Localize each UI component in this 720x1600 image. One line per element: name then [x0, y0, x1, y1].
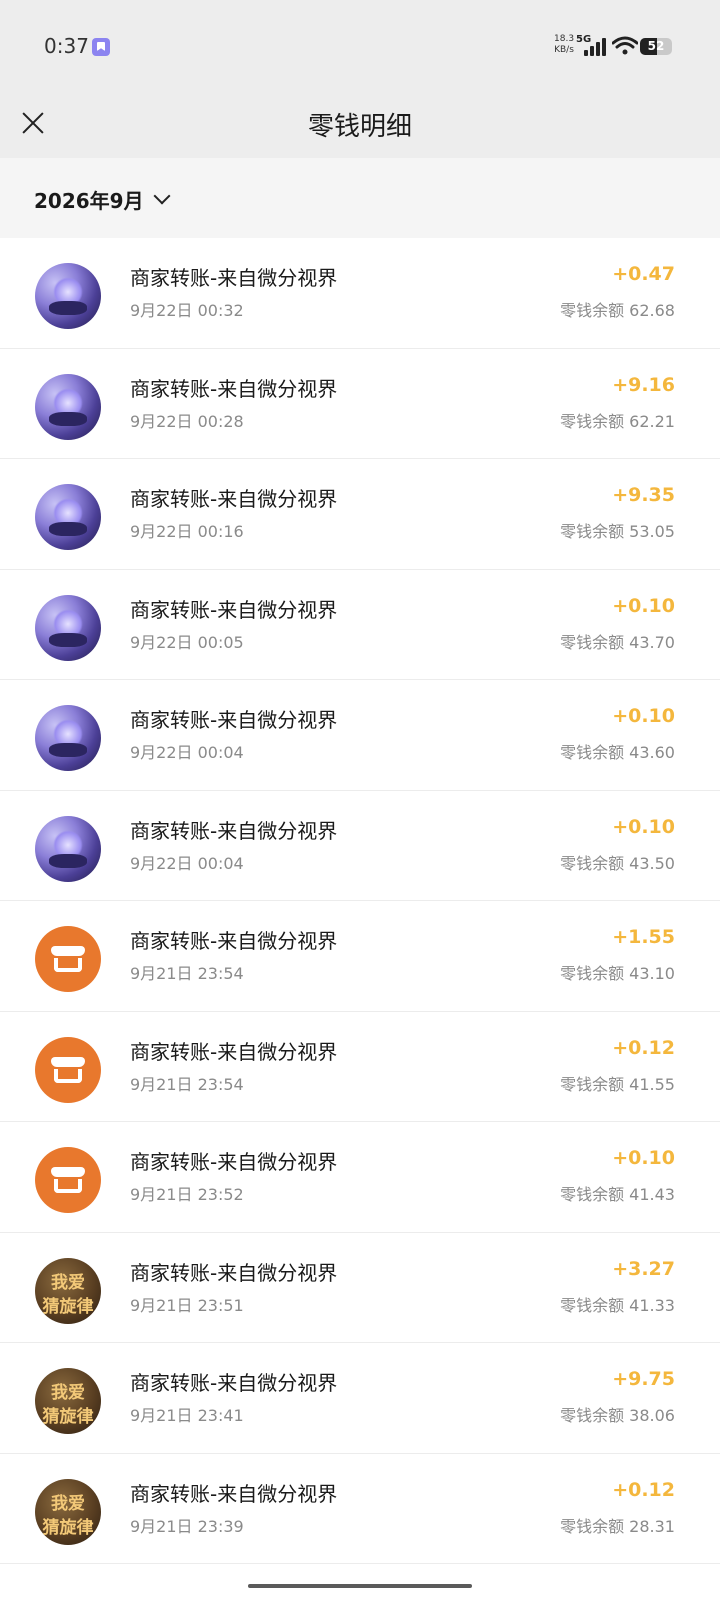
transaction-title: 商家转账-来自微分视界 [130, 1371, 338, 1395]
transaction-row[interactable]: 商家转账-来自微分视界 9月21日 23:54 +0.12 零钱余额 41.55 [0, 1012, 720, 1122]
chevron-down-icon [153, 187, 171, 205]
merchant-avatar [35, 263, 101, 329]
home-indicator[interactable] [248, 1584, 472, 1588]
transaction-time: 9月22日 00:04 [130, 853, 244, 873]
transaction-title: 商家转账-来自微分视界 [130, 708, 338, 732]
transaction-time: 9月22日 00:32 [130, 301, 244, 320]
avatar-text-line: 猜旋律 [42, 1296, 94, 1317]
battery-icon: 52 [640, 38, 672, 55]
transaction-row[interactable]: 商家转账-来自微分视界 9月22日 00:04 +0.10 零钱余额 43.60 [0, 680, 720, 791]
merchant-avatar: 我爱 猜旋律 [35, 1478, 101, 1545]
transaction-title: 商家转账-来自微分视界 [130, 1150, 338, 1174]
merchant-avatar [35, 373, 101, 440]
transaction-time: 9月21日 23:52 [130, 1185, 244, 1204]
transaction-balance: 零钱余额 62.68 [560, 301, 675, 320]
net-speed: 18.3 KB/s [554, 34, 574, 56]
month-filter-bar: 2026年9月 [0, 158, 720, 238]
transaction-row[interactable]: 我爱猜旋律 商家转账-来自微分视界 9月21日 23:51 +3.27 零钱余额 41.… [0, 1233, 720, 1343]
avatar-text-line: 我爱 [51, 1493, 85, 1514]
transaction-row[interactable]: 商家转账-来自微分视界 9月22日 00:05 +0.10 零钱余额 43.70 [0, 570, 720, 680]
net-speed-value: 18.3 [554, 34, 575, 44]
status-time: 0:37 [44, 34, 89, 58]
app-notification-icon [92, 38, 110, 56]
transaction-title: 商家转账-来自微分视界 [130, 376, 338, 401]
transaction-time: 9月22日 00:16 [130, 522, 244, 541]
nav-bar: 零钱明细 [0, 92, 720, 158]
transaction-time: 9月21日 23:41 [130, 1406, 244, 1425]
avatar-text-line: 猜旋律 [42, 1517, 94, 1538]
transaction-title: 商家转账-来自微分视界 [130, 929, 338, 953]
transaction-amount: +0.47 [612, 263, 675, 285]
transaction-amount: +0.10 [612, 1147, 675, 1169]
transaction-title: 商家转账-来自微分视界 [130, 818, 338, 843]
transaction-amount: +9.75 [612, 1368, 675, 1390]
month-selector[interactable]: 2026年9月 [34, 182, 171, 216]
transaction-time: 9月21日 23:39 [130, 1516, 244, 1536]
transaction-balance: 零钱余额 53.05 [560, 522, 675, 541]
transaction-amount: +0.10 [612, 705, 675, 727]
month-label: 2026年9月 [34, 188, 144, 213]
avatar-text-line: 我爱 [51, 1272, 85, 1293]
transaction-row[interactable]: 商家转账-来自微分视界 9月22日 00:28 +9.16 零钱余额 62.21 [0, 349, 720, 459]
transaction-amount: +0.10 [612, 594, 675, 617]
transaction-row[interactable]: 商家转账-来自微分视界 9月22日 00:16 +9.35 零钱余额 53.05 [0, 459, 720, 570]
merchant-avatar [35, 594, 101, 661]
merchant-avatar [35, 705, 101, 771]
transaction-title: 商家转账-来自微分视界 [130, 487, 338, 511]
transaction-amount: +9.16 [612, 373, 675, 396]
transaction-balance: 零钱余额 43.70 [560, 632, 675, 652]
transaction-balance: 零钱余额 28.31 [560, 1516, 675, 1536]
transaction-row[interactable]: 商家转账-来自微分视界 9月22日 00:32 +0.47 零钱余额 62.68 [0, 238, 720, 349]
transaction-title: 商家转账-来自微分视界 [130, 597, 338, 622]
transaction-title: 商家转账-来自微分视界 [130, 266, 338, 290]
transaction-amount: +1.55 [612, 926, 675, 948]
status-bar: 0:37 18.3 KB/s 5G 52 [0, 0, 720, 92]
transaction-title: 商家转账-来自微分视界 [130, 1039, 338, 1064]
store-icon [51, 1167, 85, 1195]
transaction-time: 9月21日 23:51 [130, 1295, 244, 1315]
transaction-title: 商家转账-来自微分视界 [130, 1260, 338, 1285]
battery-level: 52 [647, 39, 665, 53]
page-title: 零钱明细 [307, 112, 412, 142]
transaction-balance: 零钱余额 41.33 [560, 1295, 675, 1315]
transaction-amount: +0.12 [612, 1478, 675, 1501]
transaction-row[interactable]: 我爱猜旋律 商家转账-来自微分视界 9月21日 23:41 +9.75 零钱余额 38.… [0, 1343, 720, 1454]
merchant-avatar: 我爱 猜旋律 [35, 1368, 101, 1434]
store-icon [51, 946, 85, 974]
transaction-row[interactable]: 商家转账-来自微分视界 9月21日 23:52 +0.10 零钱余额 41.43 [0, 1122, 720, 1233]
transaction-balance: 零钱余额 38.06 [560, 1406, 675, 1425]
transaction-balance: 零钱余额 43.50 [560, 853, 675, 873]
transaction-balance: 零钱余额 41.55 [560, 1074, 675, 1094]
transaction-amount: +3.27 [612, 1257, 675, 1280]
transaction-row[interactable]: 商家转账-来自微分视界 9月22日 00:04 +0.10 零钱余额 43.50 [0, 791, 720, 901]
store-avatar [35, 1036, 101, 1103]
transaction-amount: +9.35 [612, 484, 675, 506]
store-avatar [35, 926, 101, 992]
merchant-avatar [35, 815, 101, 882]
store-avatar [35, 1147, 101, 1213]
transaction-time: 9月22日 00:05 [130, 632, 244, 652]
merchant-avatar: 我爱 猜旋律 [35, 1257, 101, 1324]
transaction-list: 商家转账-来自微分视界 9月22日 00:32 +0.47 零钱余额 62.68 商家转… [0, 238, 720, 1564]
transaction-row[interactable]: 我爱猜旋律 商家转账-来自微分视界 9月21日 23:39 +0.12 零钱余额 28.… [0, 1454, 720, 1564]
transaction-row[interactable]: 商家转账-来自微分视界 9月21日 23:54 +1.55 零钱余额 43.10 [0, 901, 720, 1012]
merchant-avatar [35, 484, 101, 550]
transaction-time: 9月22日 00:28 [130, 411, 244, 431]
transaction-balance: 零钱余额 43.60 [560, 743, 675, 762]
transaction-balance: 零钱余额 62.21 [560, 411, 675, 431]
store-icon [51, 1056, 85, 1085]
transaction-balance: 零钱余额 43.10 [560, 964, 675, 983]
transaction-time: 9月21日 23:54 [130, 964, 244, 983]
signal-icon [584, 38, 606, 56]
avatar-text-line: 猜旋律 [42, 1407, 94, 1427]
transaction-amount: +0.10 [612, 815, 675, 838]
net-speed-unit: KB/s [554, 45, 574, 55]
avatar-text-line: 我爱 [51, 1383, 85, 1403]
transaction-time: 9月21日 23:54 [130, 1074, 244, 1094]
wifi-icon [612, 36, 638, 55]
transaction-balance: 零钱余额 41.43 [560, 1185, 675, 1204]
transaction-amount: +0.12 [612, 1036, 675, 1059]
transaction-time: 9月22日 00:04 [130, 743, 244, 762]
transaction-title: 商家转账-来自微分视界 [130, 1481, 338, 1506]
